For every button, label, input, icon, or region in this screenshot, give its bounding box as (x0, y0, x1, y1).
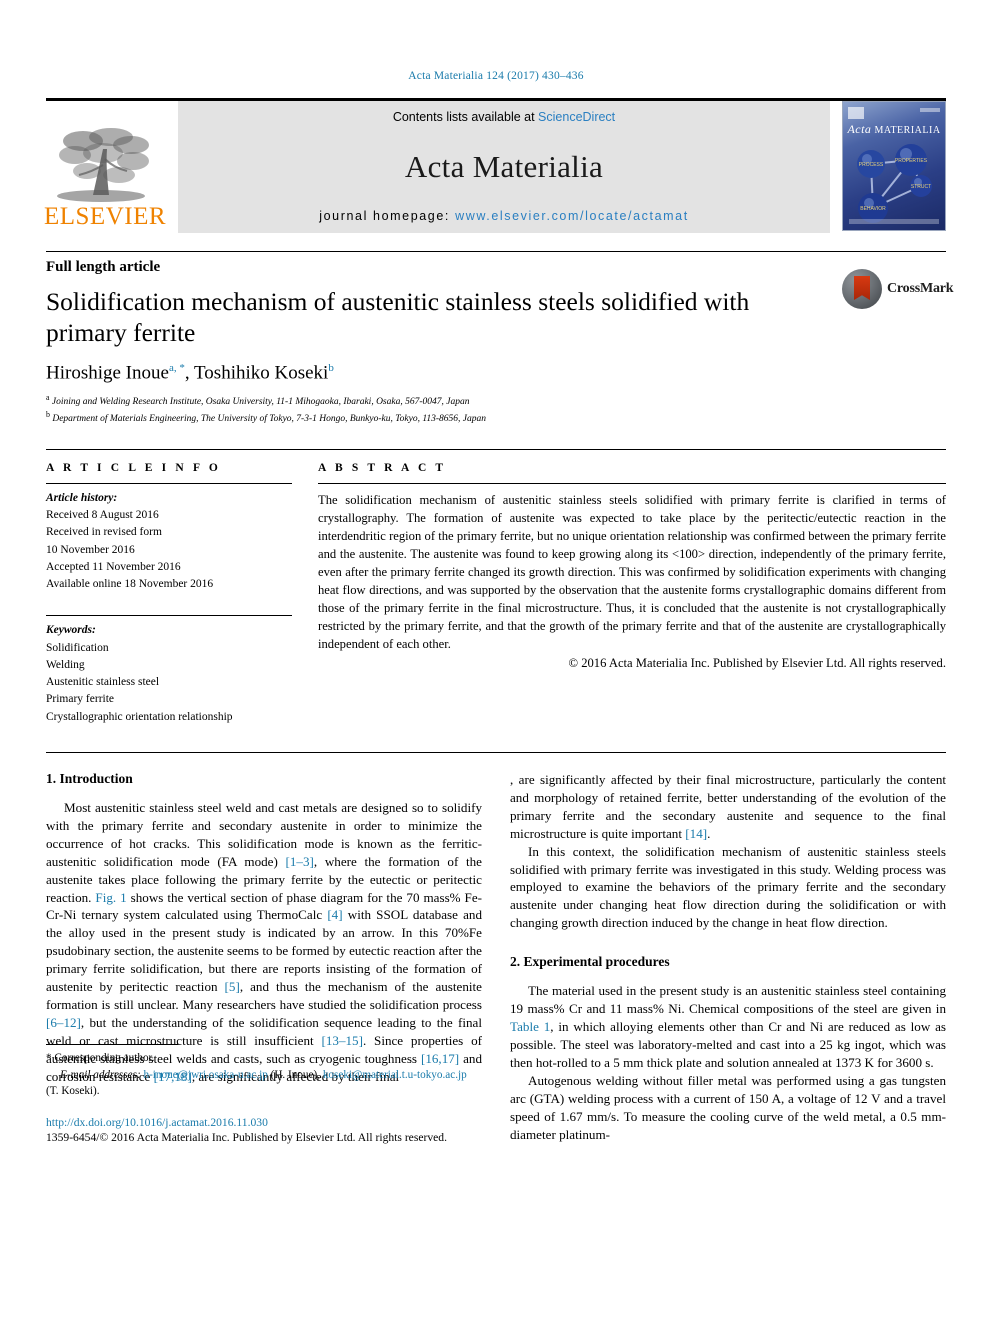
abstract-copyright: © 2016 Acta Materialia Inc. Published by… (568, 655, 947, 670)
keywords-list: Keywords: Solidification Welding Austeni… (46, 616, 292, 726)
article-title: Solidification mechanism of austenitic s… (46, 287, 750, 348)
figure-ref-fig1[interactable]: Fig. 1 (95, 890, 126, 905)
elsevier-wordmark: ELSEVIER (43, 203, 167, 230)
email-addresses-label: E-mail addresses: (60, 1069, 141, 1082)
keyword-3: Primary ferrite (46, 693, 115, 706)
affiliation-1: b Department of Materials Engineering, T… (46, 409, 946, 427)
journal-homepage-line: journal homepage: www.elsevier.com/locat… (319, 209, 689, 223)
left-column-footer: * Corresponding author. E-mail addresses… (46, 1030, 482, 1144)
keyword-2: Austenitic stainless steel (46, 676, 160, 689)
affiliation-text-0: Joining and Welding Research Institute, … (51, 396, 470, 407)
author-list: Hiroshige Inouea, *, Toshihiko Kosekib (46, 362, 334, 384)
exp-text-b: , in which alloying elements other than … (510, 1019, 946, 1071)
info-abstract-block: A R T I C L E I N F O Article history: R… (46, 448, 946, 726)
email-addresses-note: E-mail addresses: h-inoue@jwri.osaka-u.a… (46, 1068, 476, 1099)
journal-cover-thumbnail: Acta MATERIALIA PROCESS PROPERTIES STRUC… (842, 101, 946, 231)
keyword-4: Crystallographic orientation relationshi… (46, 710, 233, 723)
crossmark-badge[interactable]: CrossMark (842, 268, 954, 310)
article-history-item-0: Received 8 August 2016 (46, 509, 159, 522)
cover-node-label-0: PROCESS (859, 162, 884, 168)
cover-node-label-3: BEHAVIOR (860, 206, 886, 212)
affiliation-mark-0: a (46, 392, 50, 402)
doi-link[interactable]: http://dx.doi.org/10.1016/j.actamat.2016… (46, 1116, 268, 1129)
table-ref-table1[interactable]: Table 1 (510, 1019, 550, 1034)
abstract-text: The solidification mechanism of austenit… (318, 492, 946, 651)
article-info-heading: A R T I C L E I N F O (46, 461, 221, 474)
crossmark-label: CrossMark (887, 281, 954, 296)
author-name-1: Toshihiko Koseki (194, 362, 329, 384)
section-heading-introduction: 1. Introduction (46, 770, 133, 786)
cover-corner-mark (920, 108, 940, 112)
cover-publisher-mark (848, 107, 864, 119)
keywords-label: Keywords: (46, 624, 96, 637)
paper-page: Acta Materialia 124 (2017) 430–436 ELSEV… (0, 0, 992, 1323)
section-heading-experimental: 2. Experimental procedures (510, 954, 670, 970)
abstract-column: A B S T R A C T The solidification mecha… (318, 462, 946, 726)
keywords-block: Keywords: Solidification Welding Austeni… (46, 615, 292, 726)
journal-masthead: ELSEVIER Contents lists available at Sci… (43, 98, 946, 233)
email-link-inoue[interactable]: h-inoue@jwri.osaka-u.ac.jp (143, 1069, 267, 1081)
experimental-paragraph-2: Autogenous welding without filler metal … (510, 1072, 946, 1142)
email-link-koseki[interactable]: koseki@material.t.u-tokyo.ac.jp (323, 1069, 467, 1081)
intro-paragraph-2: In this context, the solidification mech… (510, 843, 946, 931)
intro-paragraph-1-continued: , are significantly affected by their fi… (510, 771, 946, 843)
article-history-block: Article history: Received 8 August 2016 … (46, 484, 292, 594)
citation-14[interactable]: [14] (685, 826, 707, 841)
homepage-prefix: journal homepage: (319, 209, 456, 223)
elsevier-tree-icon (57, 128, 149, 202)
affiliation-0: a Joining and Welding Research Institute… (46, 392, 946, 410)
citation-5[interactable]: [5] (225, 979, 240, 994)
body-separator-rule (46, 751, 946, 753)
article-header: Full length article Solidification mecha… (46, 251, 954, 427)
journal-band: Contents lists available at ScienceDirec… (178, 101, 830, 233)
email-owner-koseki: (T. Koseki). (46, 1085, 100, 1098)
affiliation-text-1: Department of Materials Engineering, The… (52, 414, 487, 425)
sciencedirect-link[interactable]: ScienceDirect (538, 110, 615, 124)
abstract-heading: A B S T R A C T (318, 461, 447, 474)
author-marks-1: b (328, 362, 334, 375)
issn-copyright-line: 1359-6454/© 2016 Acta Materialia Inc. Pu… (46, 1130, 447, 1144)
cover-title-italic: Acta (847, 122, 872, 136)
elsevier-logo: ELSEVIER (43, 101, 167, 233)
contents-prefix: Contents lists available at (392, 110, 539, 124)
cover-title: Acta MATERIALIA (843, 122, 945, 137)
body-column-left: 1. Introduction Most austenitic stainles… (46, 771, 482, 1144)
intro-text-j: . (707, 825, 711, 841)
email-owner-inoue: (H. Inoue), (267, 1069, 323, 1082)
citation-4[interactable]: [4] (327, 907, 342, 922)
body-column-right: , are significantly affected by their fi… (510, 771, 946, 1144)
footnote-rule-and-corresponding: * Corresponding author. (46, 1043, 178, 1067)
cover-title-caps: MATERIALIA (874, 125, 941, 136)
article-history-item-4: Available online 18 November 2016 (46, 578, 214, 591)
article-history-item-1: Received in revised form (46, 526, 162, 539)
cover-footer-bar (849, 219, 939, 224)
experimental-paragraph-1: The material used in the present study i… (510, 982, 946, 1072)
keyword-0: Solidification (46, 641, 109, 654)
citation-6-12[interactable]: [6–12] (46, 1015, 81, 1030)
article-history-label: Article history: (46, 491, 118, 504)
author-name-0: Hiroshige Inoue (46, 362, 169, 384)
crossmark-bookmark-shape (854, 276, 870, 300)
article-type: Full length article (46, 259, 161, 275)
article-info-column: A R T I C L E I N F O Article history: R… (46, 462, 292, 726)
cover-network-graphic: PROCESS PROPERTIES STRUCT BEHAVIOR (857, 144, 932, 223)
citation-1-3[interactable]: [1–3] (286, 854, 314, 869)
affiliation-mark-1: b (46, 410, 50, 420)
article-history-item-3: Accepted 11 November 2016 (46, 560, 181, 573)
author-marks-0: a, * (168, 362, 185, 375)
exp-text-a: The material used in the present study i… (510, 983, 946, 1017)
intro-text-i: , are significantly affected by their fi… (510, 771, 946, 841)
crossmark-icon (842, 269, 882, 309)
running-head: Acta Materialia 124 (2017) 430–436 (408, 70, 584, 82)
journal-homepage-link[interactable]: www.elsevier.com/locate/actamat (455, 209, 689, 223)
article-history-item-2: 10 November 2016 (46, 543, 135, 556)
keyword-1: Welding (46, 658, 85, 671)
cover-node-label-2: STRUCT (911, 184, 931, 190)
cover-node-label-1: PROPERTIES (895, 158, 928, 164)
doi-line[interactable]: http://dx.doi.org/10.1016/j.actamat.2016… (46, 1116, 482, 1129)
journal-title: Acta Materialia (404, 148, 604, 184)
corresponding-author-note: * Corresponding author. (46, 1051, 155, 1064)
contents-available-line: Contents lists available at ScienceDirec… (393, 110, 615, 124)
body-columns: 1. Introduction Most austenitic stainles… (46, 771, 946, 1144)
